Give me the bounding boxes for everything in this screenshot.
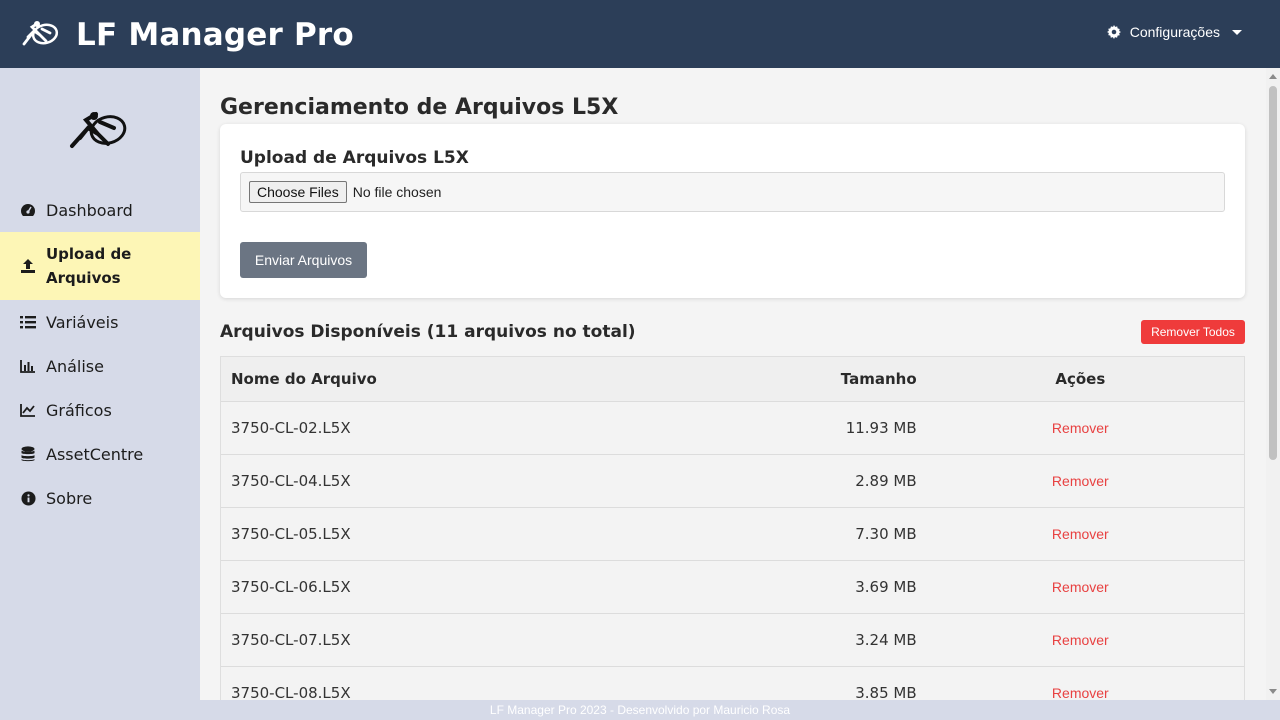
sidebar-item-analise[interactable]: Análise xyxy=(0,344,200,388)
sidebar-logo-icon xyxy=(70,112,127,148)
table-row: 3750-CL-08.L5X 3.85 MB Remover xyxy=(221,667,1244,700)
chevron-down-icon xyxy=(1232,29,1242,35)
gear-icon xyxy=(1106,25,1121,39)
files-section-title: Arquivos Disponíveis (11 arquivos no tot… xyxy=(220,322,636,342)
table-row: 3750-CL-05.L5X 7.30 MB Remover xyxy=(221,508,1244,561)
upload-card: Upload de Arquivos L5X Choose Files No f… xyxy=(220,124,1245,298)
scrollbar-thumb[interactable] xyxy=(1269,86,1277,460)
table-header: Nome do Arquivo Tamanho Ações xyxy=(221,357,1244,402)
file-size: 11.93 MB xyxy=(845,419,917,437)
column-header-actions: Ações xyxy=(1055,370,1106,388)
column-header-name[interactable]: Nome do Arquivo xyxy=(221,370,760,388)
sidebar-item-upload[interactable]: Upload de Arquivos xyxy=(0,232,200,300)
file-name: 3750-CL-02.L5X xyxy=(231,419,351,437)
file-size: 3.85 MB xyxy=(855,684,917,700)
top-navbar: LF Manager Pro Configurações xyxy=(0,0,1280,68)
sidebar-item-label: Dashboard xyxy=(46,200,133,220)
main-content: Gerenciamento de Arquivos L5X Upload de … xyxy=(200,68,1266,700)
table-row: 3750-CL-07.L5X 3.24 MB Remover xyxy=(221,614,1244,667)
sidebar-item-graficos[interactable]: Gráficos xyxy=(0,388,200,432)
file-size: 3.24 MB xyxy=(855,631,917,649)
gauge-icon xyxy=(20,202,36,218)
table-row: 3750-CL-06.L5X 3.69 MB Remover xyxy=(221,561,1244,614)
database-icon xyxy=(20,446,36,462)
send-files-button[interactable]: Enviar Arquivos xyxy=(240,242,367,278)
scroll-up-arrow-icon[interactable] xyxy=(1269,74,1277,79)
info-icon xyxy=(20,490,36,506)
file-size: 7.30 MB xyxy=(855,525,917,543)
sidebar-item-label: Sobre xyxy=(46,488,93,508)
remove-file-link[interactable]: Remover xyxy=(917,420,1244,436)
app-title: LF Manager Pro xyxy=(76,17,354,53)
bar-chart-icon xyxy=(20,358,36,374)
file-name: 3750-CL-07.L5X xyxy=(231,631,351,649)
sidebar-item-variaveis[interactable]: Variáveis xyxy=(0,300,200,344)
sidebar-item-label: Análise xyxy=(46,356,104,376)
sidebar-item-label: AssetCentre xyxy=(46,444,144,464)
remove-file-link[interactable]: Remover xyxy=(917,579,1244,595)
list-icon xyxy=(20,314,36,330)
footer: LF Manager Pro 2023 - Desenvolvido por M… xyxy=(0,700,1280,720)
table-row: 3750-CL-04.L5X 2.89 MB Remover xyxy=(221,455,1244,508)
file-name: 3750-CL-04.L5X xyxy=(231,472,351,490)
sidebar-item-label: Variáveis xyxy=(46,312,119,332)
upload-card-title: Upload de Arquivos L5X xyxy=(240,148,469,168)
logo-icon xyxy=(22,21,59,46)
config-dropdown[interactable]: Configurações xyxy=(1106,24,1242,40)
line-chart-icon xyxy=(20,402,36,418)
sidebar-item-label: Gráficos xyxy=(46,400,112,420)
file-name: 3750-CL-06.L5X xyxy=(231,578,351,596)
sidebar-item-label: Upload de Arquivos xyxy=(46,245,132,287)
file-input[interactable]: Choose Files No file chosen xyxy=(240,172,1225,212)
remove-file-link[interactable]: Remover xyxy=(917,632,1244,648)
remove-file-link[interactable]: Remover xyxy=(917,685,1244,700)
remove-file-link[interactable]: Remover xyxy=(917,526,1244,542)
sidebar-item-dashboard[interactable]: Dashboard xyxy=(0,188,200,232)
sidebar-item-assetcentre[interactable]: AssetCentre xyxy=(0,432,200,476)
table-row: 3750-CL-02.L5X 11.93 MB Remover xyxy=(221,402,1244,455)
sidebar: Dashboard Upload de Arquivos Variáveis A… xyxy=(0,68,200,700)
config-label: Configurações xyxy=(1129,24,1220,40)
scroll-down-arrow-icon[interactable] xyxy=(1269,689,1277,694)
sidebar-item-sobre[interactable]: Sobre xyxy=(0,476,200,520)
file-size: 3.69 MB xyxy=(855,578,917,596)
files-table: Nome do Arquivo Tamanho Ações 3750-CL-02… xyxy=(220,356,1245,700)
sidebar-nav: Dashboard Upload de Arquivos Variáveis A… xyxy=(0,188,200,520)
remove-all-button[interactable]: Remover Todos xyxy=(1141,320,1245,344)
upload-icon xyxy=(20,258,36,274)
page-scrollbar[interactable] xyxy=(1266,68,1280,700)
file-name: 3750-CL-05.L5X xyxy=(231,525,351,543)
no-file-text: No file chosen xyxy=(352,184,442,200)
choose-files-button[interactable]: Choose Files xyxy=(249,181,347,203)
file-name: 3750-CL-08.L5X xyxy=(231,684,351,700)
column-header-size[interactable]: Tamanho xyxy=(760,370,917,388)
file-size: 2.89 MB xyxy=(855,472,917,490)
remove-file-link[interactable]: Remover xyxy=(917,473,1244,489)
page-title: Gerenciamento de Arquivos L5X xyxy=(220,95,619,120)
